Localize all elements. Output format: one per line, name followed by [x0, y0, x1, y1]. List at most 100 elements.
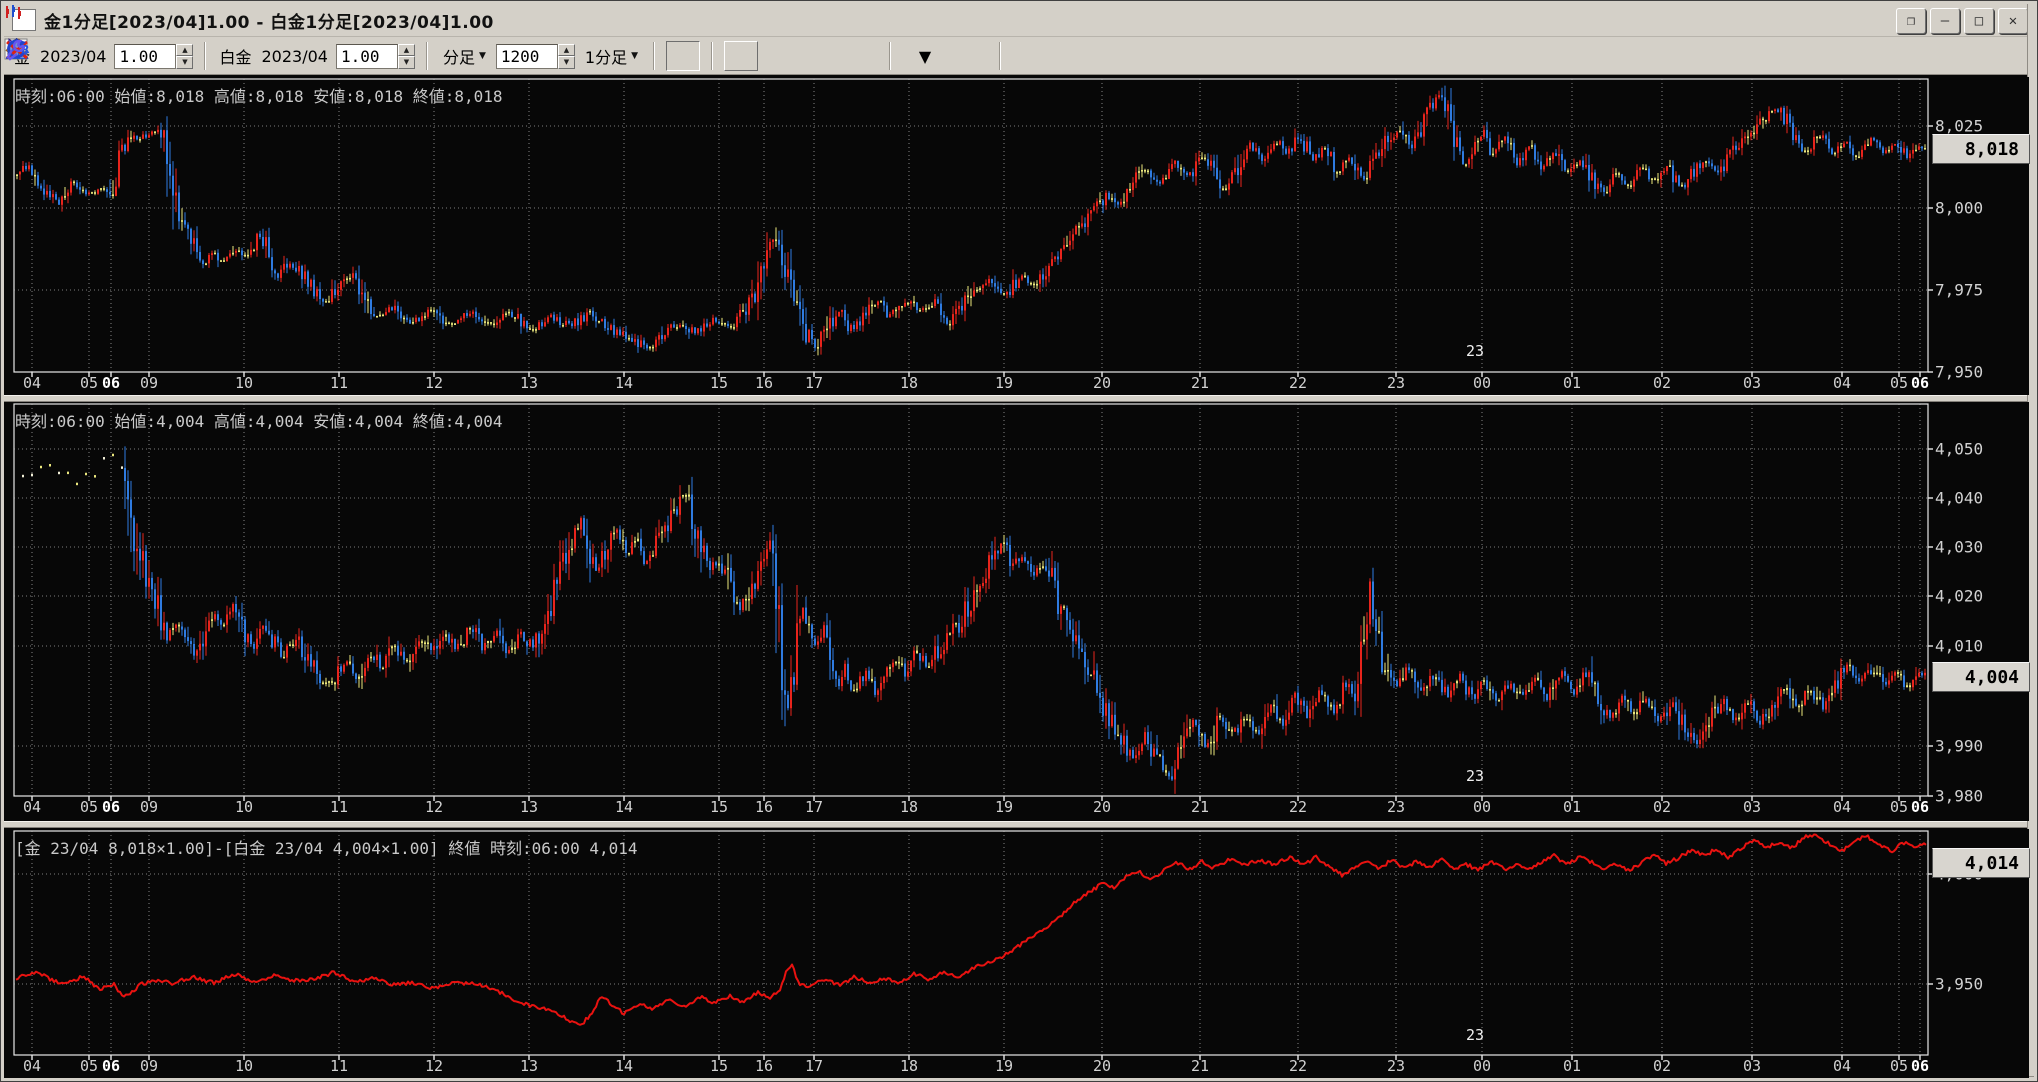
x-axis-label: 17 — [804, 374, 824, 392]
x-axis-label: 12 — [424, 798, 444, 816]
chart-panel-2 — [4, 402, 2029, 821]
x-axis-label: 23 — [1386, 1057, 1406, 1075]
chart-2-info-line: 時刻:06:00 始値:4,004 高値:4,004 安値:4,004 終値:4… — [15, 412, 503, 431]
x-axis-label: 15 — [709, 1057, 729, 1075]
x-axis-label: 05 — [79, 798, 99, 816]
hand-tool-button[interactable] — [9, 38, 799, 71]
current-price-box: 8,018 — [1932, 134, 2030, 164]
x-axis-label: 17 — [804, 798, 824, 816]
timeframe-dropdown[interactable]: 1分足 ▼ — [581, 42, 642, 70]
x-axis-label: 05 — [1889, 1057, 1909, 1075]
x-axis-label: 21 — [1190, 1057, 1210, 1075]
x-axis-label: 00 — [1472, 1057, 1492, 1075]
chart-select-tool-button[interactable] — [4, 38, 701, 71]
bar-style-dropdown-button[interactable]: ▼ — [6, 41, 949, 71]
x-axis-label: 22 — [1288, 1057, 1308, 1075]
y-axis-label: 7,950 — [1935, 362, 1984, 382]
interval-dropdown[interactable]: 分足 ▼ — [439, 42, 490, 70]
x-axis-label: 16 — [754, 798, 774, 816]
date-change-label: 23 — [1466, 1026, 1485, 1044]
x-axis-label: 04 — [1832, 1057, 1852, 1075]
x-axis-label: 04 — [22, 798, 42, 816]
x-axis-label: 19 — [994, 1057, 1014, 1075]
x-axis-label: 04 — [22, 374, 42, 392]
x-axis-label: 23 — [1386, 374, 1406, 392]
x-axis-label: 06 — [1910, 1057, 1930, 1075]
x-axis-label: 01 — [1562, 798, 1582, 816]
x-axis-label: 10 — [234, 798, 254, 816]
gold-ratio-down-button[interactable]: ▼ — [176, 56, 194, 69]
x-axis-label: 12 — [424, 1057, 444, 1075]
platinum-ratio-down-button[interactable]: ▼ — [397, 56, 415, 69]
platinum-symbol-label: 白金 — [219, 48, 252, 67]
chevron-down-icon: ▼ — [918, 46, 932, 66]
toolbar-separator — [425, 42, 428, 70]
x-axis-label: 09 — [139, 374, 159, 392]
chart-plot-3[interactable] — [4, 829, 2029, 1078]
y-axis-label: 4,020 — [1935, 586, 1984, 606]
platinum-ratio-input[interactable] — [335, 43, 398, 69]
current-price-box: 4,004 — [1932, 662, 2030, 692]
y-axis-label: 4,010 — [1935, 636, 1984, 656]
x-axis-label: 04 — [1832, 374, 1852, 392]
maximize-button[interactable]: □ — [1964, 8, 1994, 34]
gold-ratio-up-button[interactable]: ▲ — [176, 43, 194, 56]
x-axis-label: 05 — [1889, 374, 1909, 392]
marker-move-tool-button[interactable] — [8, 38, 879, 71]
title-bar[interactable]: 金1分足[2023/04]1.00 - 白金1分足[2023/04]1.00 ❐… — [4, 4, 2034, 37]
x-axis-label: 13 — [519, 1057, 539, 1075]
panel-splitter-2[interactable] — [4, 821, 2034, 828]
x-axis-label: 11 — [329, 798, 349, 816]
toolbar-separator — [653, 42, 656, 70]
x-axis-label: 06 — [1910, 374, 1930, 392]
x-axis-label: 06 — [101, 798, 121, 816]
settings-wrench-button[interactable] — [6, 39, 2020, 71]
x-axis-label: 18 — [899, 1057, 919, 1075]
x-axis-label: 13 — [519, 374, 539, 392]
gold-ratio-input[interactable] — [114, 43, 177, 69]
interval-label: 分足 — [442, 48, 475, 67]
x-axis-label: 02 — [1652, 798, 1672, 816]
bar-count-up-button[interactable]: ▲ — [557, 43, 575, 56]
x-axis-label: 19 — [994, 798, 1014, 816]
x-axis-label: 11 — [329, 1057, 349, 1075]
x-axis-label: 14 — [614, 798, 634, 816]
x-axis-label: 21 — [1190, 374, 1210, 392]
x-axis-label: 19 — [994, 374, 1014, 392]
platinum-ratio-up-button[interactable]: ▲ — [397, 43, 415, 56]
x-axis-label: 01 — [1562, 1057, 1582, 1075]
bar-count-down-button[interactable]: ▼ — [557, 56, 575, 69]
app-icon — [6, 5, 36, 31]
chart-1-info-line: 時刻:06:00 始値:8,018 高値:8,018 安値:8,018 終値:8… — [15, 87, 503, 106]
y-axis-label: 7,975 — [1935, 280, 1984, 300]
platinum-contract-month: 2023/04 — [261, 46, 328, 66]
chart-plot-2[interactable] — [4, 402, 2029, 821]
x-axis-label: 01 — [1562, 374, 1582, 392]
panel-splitter-1[interactable] — [4, 395, 2034, 402]
x-axis-label: 13 — [519, 798, 539, 816]
x-axis-label: 12 — [424, 374, 444, 392]
bar-count-spinbox: ▲▼ — [495, 43, 575, 69]
x-axis-label: 15 — [709, 374, 729, 392]
platinum-ratio-spinbox: ▲▼ — [335, 43, 415, 69]
x-axis-label: 02 — [1652, 374, 1672, 392]
refresh-button[interactable]: R — [7, 39, 1047, 71]
bar-count-input[interactable] — [495, 43, 558, 69]
chart-plot-1[interactable] — [4, 77, 2029, 395]
minimize-button[interactable]: – — [1930, 8, 1960, 34]
x-axis-label: 14 — [614, 374, 634, 392]
cursor-tool-button[interactable] — [7, 38, 759, 71]
close-button[interactable]: ✕ — [1998, 8, 2028, 34]
pencil-tool-button[interactable] — [5, 39, 839, 71]
gold-contract-month: 2023/04 — [40, 46, 107, 66]
y-axis-label: 3,990 — [1935, 736, 1984, 756]
remove-chart-button[interactable] — [6, 40, 989, 71]
x-axis-label: 21 — [1190, 798, 1210, 816]
y-axis-label: 8,000 — [1935, 198, 1984, 218]
x-axis-label: 10 — [234, 374, 254, 392]
cascade-windows-button[interactable]: ❐ — [1896, 8, 1926, 34]
x-axis-label: 22 — [1288, 798, 1308, 816]
x-axis-label: 03 — [1742, 1057, 1762, 1075]
x-axis-label: 06 — [101, 374, 121, 392]
x-axis-label: 20 — [1092, 374, 1112, 392]
